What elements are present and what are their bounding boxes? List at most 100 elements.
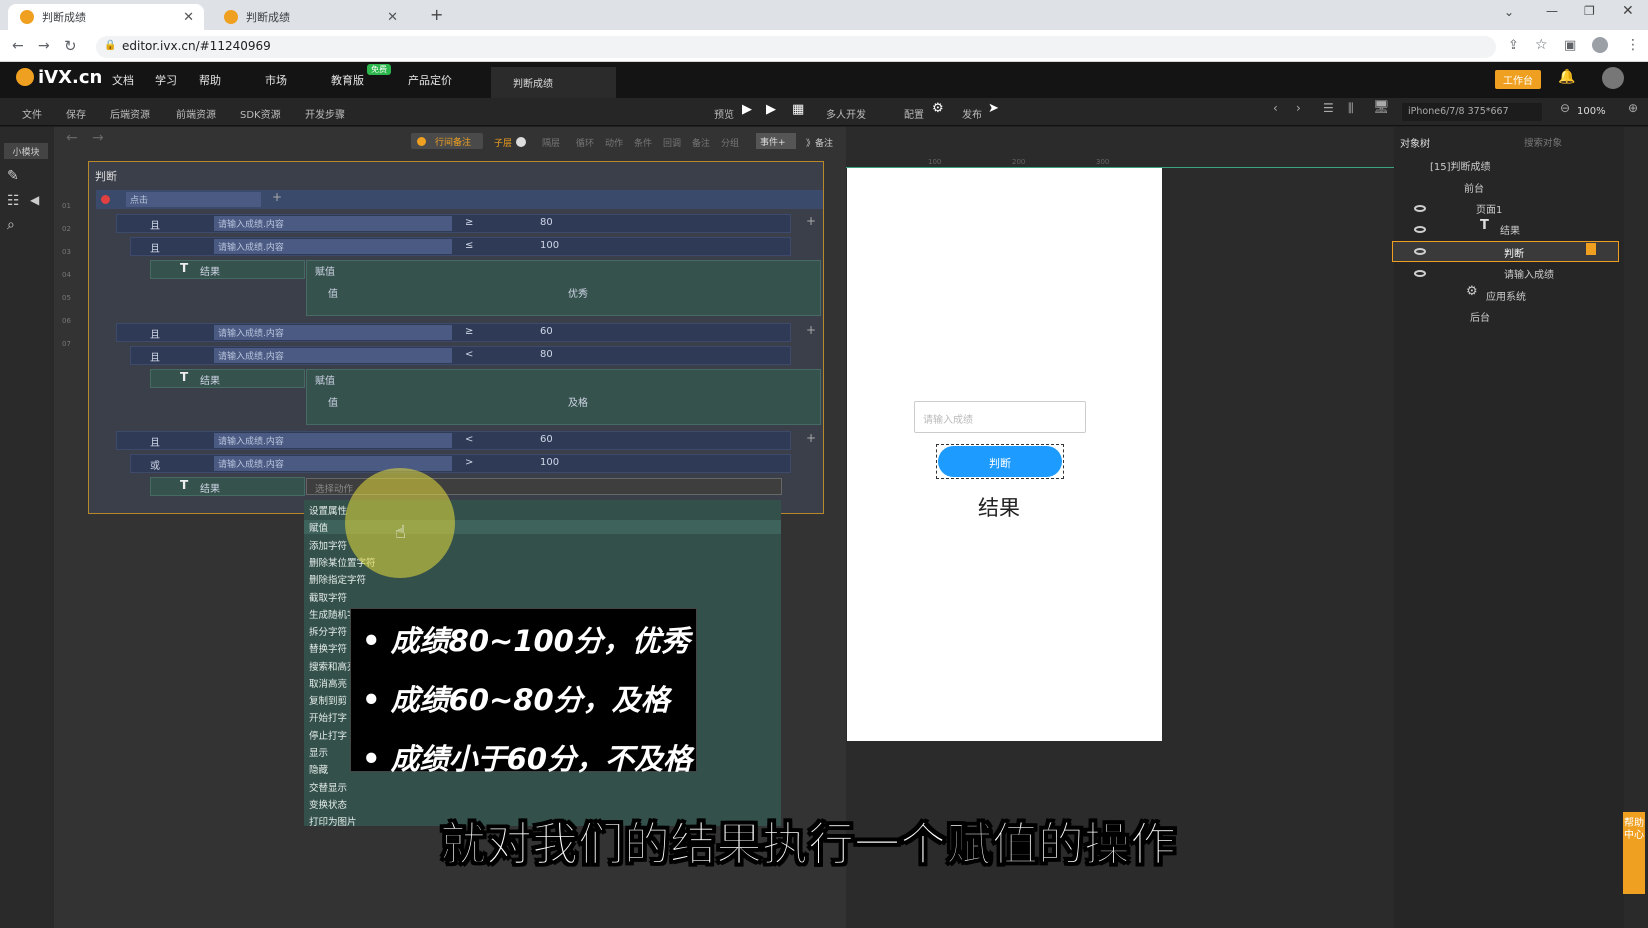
condition-value[interactable]: 60 bbox=[540, 326, 553, 337]
zoom-out-icon[interactable]: ⊖ bbox=[1560, 101, 1570, 115]
tree-node-front[interactable]: 前台 bbox=[1464, 180, 1484, 195]
menu-item[interactable]: 打印为图片 bbox=[309, 814, 357, 828]
next-icon[interactable]: › bbox=[1296, 101, 1301, 115]
browser-tab[interactable]: 判断成绩 ✕ bbox=[212, 4, 408, 30]
device-icon[interactable]: 🖥 bbox=[1373, 100, 1390, 115]
tree-node-system[interactable]: 应用系统 bbox=[1486, 288, 1526, 303]
visibility-eye-icon[interactable] bbox=[1414, 248, 1426, 255]
menu-item[interactable]: 设置属性 bbox=[309, 503, 347, 517]
nav-edu[interactable]: 教育版 bbox=[331, 72, 364, 88]
menu-item[interactable]: 交替显示 bbox=[309, 780, 347, 794]
editor-tool-condition[interactable]: 条件 bbox=[634, 136, 652, 149]
condition-logic[interactable]: 且 bbox=[150, 326, 160, 341]
redo-icon[interactable]: → bbox=[92, 130, 104, 146]
back-icon[interactable]: ← bbox=[12, 38, 24, 54]
menu-item[interactable]: 显示 bbox=[309, 745, 328, 759]
distribute-icon[interactable]: ⫼ bbox=[1348, 101, 1354, 116]
condition-operator[interactable]: < bbox=[465, 434, 473, 445]
align-icon[interactable]: ☰ bbox=[1323, 101, 1334, 115]
condition-value[interactable]: 60 bbox=[540, 434, 553, 445]
edit-icon[interactable]: ✎ bbox=[7, 168, 19, 184]
play-icon[interactable]: ▶ bbox=[742, 102, 752, 117]
condition-left-field[interactable]: 请输入成绩.内容 bbox=[214, 433, 452, 448]
maximize-icon[interactable]: ❐ bbox=[1584, 4, 1595, 18]
assign-value[interactable]: 优秀 bbox=[568, 285, 588, 300]
menu-item[interactable]: 取消高亮 bbox=[309, 676, 347, 690]
project-tab[interactable]: 判断成绩 bbox=[491, 67, 616, 98]
config-label[interactable]: 配置 bbox=[904, 106, 924, 121]
menu-item[interactable]: 添加字符 bbox=[309, 538, 347, 552]
target-select[interactable]: 结果 bbox=[200, 263, 220, 278]
editor-tool-comment[interactable]: 》备注 bbox=[806, 136, 833, 149]
tree-node-app[interactable]: [15]判断成绩 bbox=[1430, 158, 1491, 173]
score-input[interactable]: 请输入成绩 bbox=[914, 401, 1086, 433]
visibility-eye-icon[interactable] bbox=[1414, 205, 1426, 212]
sidepanel-icon[interactable]: ▣ bbox=[1564, 38, 1576, 53]
close-tab-icon[interactable]: ✕ bbox=[183, 10, 194, 25]
new-tab-icon[interactable]: + bbox=[430, 5, 443, 24]
workspace-button[interactable]: 工作台 bbox=[1495, 70, 1541, 89]
tree-node-result[interactable]: 结果 bbox=[1500, 222, 1520, 237]
condition-operator[interactable]: ≥ bbox=[465, 217, 473, 228]
close-tab-icon[interactable]: ✕ bbox=[387, 10, 398, 25]
add-condition-icon[interactable]: + bbox=[806, 214, 816, 228]
condition-logic[interactable]: 且 bbox=[150, 349, 160, 364]
toolbar-backend[interactable]: 后端资源 bbox=[110, 106, 150, 121]
menu-item[interactable]: 复制到剪 bbox=[309, 693, 347, 707]
tree-node-page[interactable]: 页面1 bbox=[1476, 201, 1502, 216]
toolbar-frontend[interactable]: 前端资源 bbox=[176, 106, 216, 121]
multi-dev-label[interactable]: 多人开发 bbox=[826, 106, 866, 121]
editor-tool-action[interactable]: 动作 bbox=[605, 136, 623, 149]
settings-sliders-icon[interactable]: ⚙ bbox=[932, 101, 944, 116]
assign-value[interactable]: 及格 bbox=[568, 394, 588, 409]
condition-operator[interactable]: ≤ bbox=[465, 240, 473, 251]
condition-logic[interactable]: 且 bbox=[150, 240, 160, 255]
toolbar-file[interactable]: 文件 bbox=[22, 106, 42, 121]
browser-menu-icon[interactable]: ⋮ bbox=[1626, 37, 1640, 53]
condition-left-field[interactable]: 请输入成绩.内容 bbox=[214, 239, 452, 254]
toolbar-steps[interactable]: 开发步骤 bbox=[305, 106, 345, 121]
menu-item[interactable]: 替换字符 bbox=[309, 641, 347, 655]
object-search-input[interactable]: 搜索对象 bbox=[1520, 133, 1620, 149]
url-field[interactable]: editor.ivx.cn/#11240969 bbox=[96, 36, 1496, 58]
menu-item[interactable]: 拆分字符 bbox=[309, 624, 347, 638]
search-panel-icon[interactable]: ⌕ bbox=[7, 217, 15, 233]
minimize-icon[interactable]: — bbox=[1546, 4, 1558, 18]
editor-tool-callback[interactable]: 回调 bbox=[663, 136, 681, 149]
tree-node-backend[interactable]: 后台 bbox=[1470, 309, 1490, 324]
add-condition-icon[interactable]: + bbox=[806, 323, 816, 337]
menu-item[interactable]: 截取字符 bbox=[309, 590, 347, 604]
action-label[interactable]: 赋值 bbox=[315, 263, 335, 278]
sublayer-switch-icon[interactable] bbox=[516, 137, 526, 147]
condition-logic[interactable]: 且 bbox=[150, 217, 160, 232]
add-trigger-icon[interactable]: + bbox=[272, 190, 282, 204]
condition-value[interactable]: 80 bbox=[540, 217, 553, 228]
judge-button[interactable]: 判断 bbox=[938, 446, 1062, 477]
editor-tool-group[interactable]: 分组 bbox=[721, 136, 739, 149]
profile-icon[interactable] bbox=[1592, 37, 1608, 53]
send-icon[interactable]: ➤ bbox=[988, 101, 999, 116]
undo-icon[interactable]: ← bbox=[66, 130, 78, 146]
condition-left-field[interactable]: 请输入成绩.内容 bbox=[214, 325, 452, 340]
menu-item[interactable]: 开始打字 bbox=[309, 710, 347, 724]
visibility-eye-icon[interactable] bbox=[1414, 226, 1426, 233]
nav-market[interactable]: 市场 bbox=[265, 72, 287, 88]
play-step-icon[interactable]: ▶ bbox=[766, 102, 776, 117]
menu-item[interactable]: 停止打字 bbox=[309, 728, 347, 742]
close-window-icon[interactable]: ✕ bbox=[1622, 3, 1634, 19]
nav-help[interactable]: 帮助 bbox=[199, 72, 221, 88]
prev-icon[interactable]: ‹ bbox=[1273, 101, 1278, 115]
condition-logic[interactable]: 或 bbox=[150, 457, 160, 472]
browser-tab-active[interactable]: 判断成绩 ✕ bbox=[8, 4, 204, 30]
nav-pricing[interactable]: 产品定价 bbox=[408, 72, 452, 88]
user-avatar[interactable] bbox=[1602, 67, 1624, 89]
publish-label[interactable]: 发布 bbox=[962, 106, 982, 121]
menu-item[interactable]: 隐藏 bbox=[309, 762, 328, 776]
condition-operator[interactable]: < bbox=[465, 349, 473, 360]
target-select[interactable]: 结果 bbox=[200, 480, 220, 495]
condition-operator[interactable]: > bbox=[465, 457, 473, 468]
sliders-icon[interactable]: ☷ bbox=[7, 193, 20, 209]
editor-tool-isolate[interactable]: 隔层 bbox=[542, 136, 560, 149]
target-select[interactable]: 结果 bbox=[200, 372, 220, 387]
condition-value[interactable]: 80 bbox=[540, 349, 553, 360]
